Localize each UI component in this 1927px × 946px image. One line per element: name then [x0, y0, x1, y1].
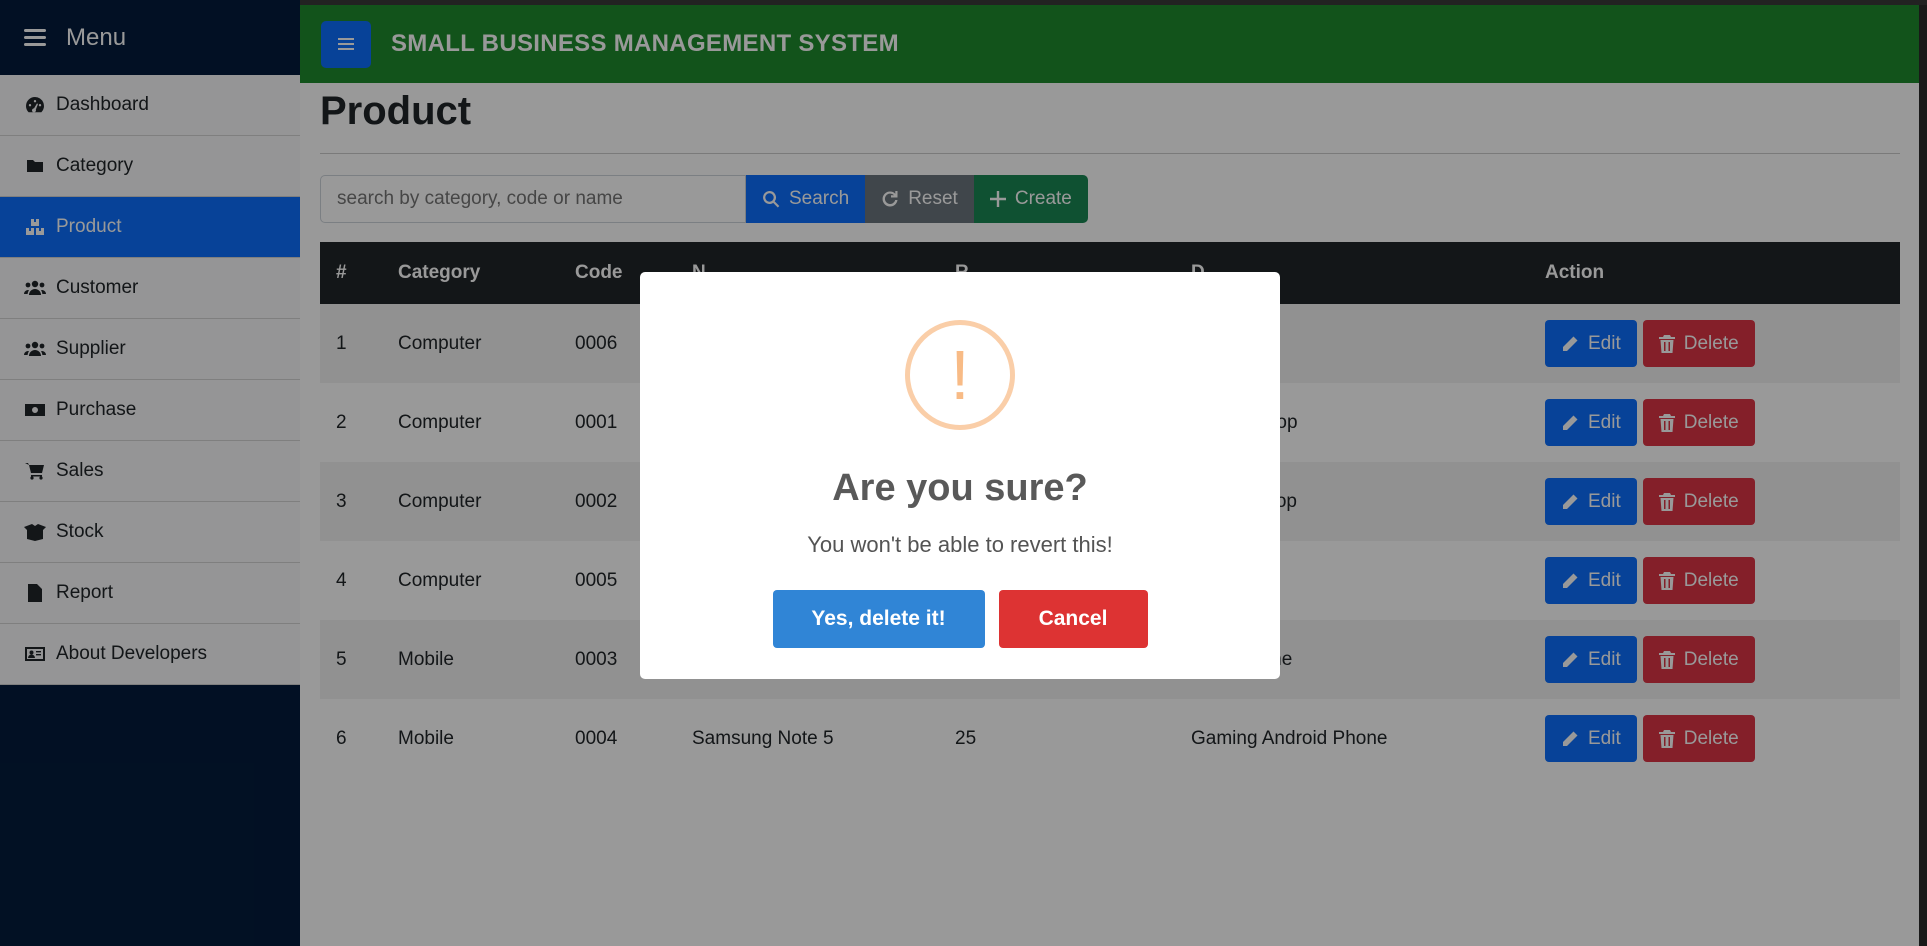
warning-icon: ! [905, 320, 1015, 430]
dialog-text: You won't be able to revert this! [807, 532, 1113, 557]
dialog-title: Are you sure? [832, 467, 1088, 509]
confirm-delete-button[interactable]: Yes, delete it! [772, 590, 985, 648]
cancel-button[interactable]: Cancel [998, 590, 1148, 648]
confirm-dialog: ! Are you sure? You won't be able to rev… [640, 272, 1280, 679]
dialog-actions: Yes, delete it! Cancel [640, 590, 1280, 648]
